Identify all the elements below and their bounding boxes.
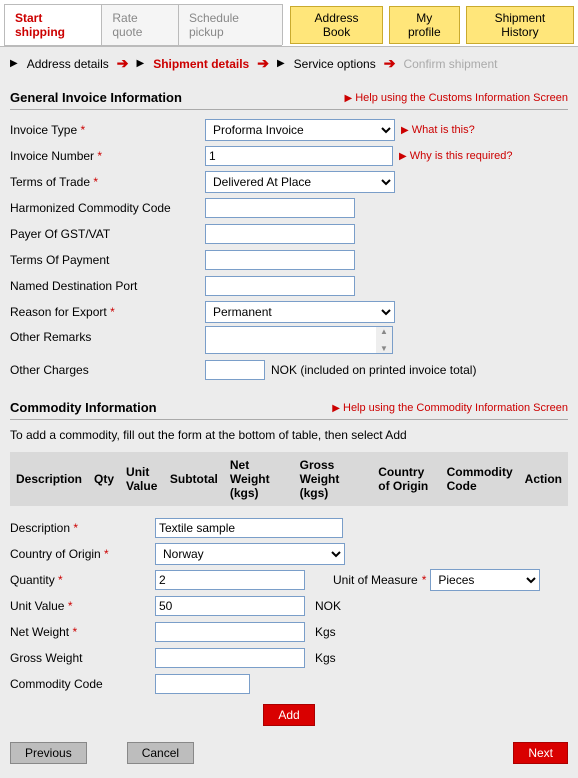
tab-schedule-pickup[interactable]: Schedule pickup	[178, 4, 283, 45]
commodity-code-input[interactable]	[155, 674, 250, 694]
address-book-button[interactable]: Address Book	[290, 6, 382, 44]
terms-of-trade-label: Terms of Trade	[10, 175, 90, 189]
add-button[interactable]: Add	[263, 704, 314, 726]
commodity-code-label: Commodity Code	[10, 677, 155, 691]
next-button[interactable]: Next	[513, 742, 568, 764]
gross-weight-label: Gross Weight	[10, 651, 155, 665]
quantity-input[interactable]	[155, 570, 305, 590]
other-remarks-input[interactable]: ▲▼	[205, 326, 393, 354]
invoice-number-input[interactable]	[205, 146, 393, 166]
shipment-history-button[interactable]: Shipment History	[466, 6, 574, 44]
terms-of-payment-label: Terms Of Payment	[10, 253, 205, 267]
gross-weight-input[interactable]	[155, 648, 305, 668]
wizard-steps: ▶ Address details ➔ ▶ Shipment details ➔…	[10, 55, 568, 72]
description-label: Description	[10, 521, 70, 535]
other-charges-input[interactable]	[205, 360, 265, 380]
why-required-label: Why is this required?	[410, 150, 513, 162]
payer-label: Payer Of GST/VAT	[10, 227, 205, 241]
th-subtotal: Subtotal	[164, 452, 224, 506]
unit-of-measure-label: Unit of Measure	[333, 573, 418, 587]
th-description: Description	[10, 452, 88, 506]
destination-port-label: Named Destination Port	[10, 279, 205, 293]
chevron-right-icon: ▶	[136, 58, 145, 69]
unit-value-input[interactable]	[155, 596, 305, 616]
th-code: Commodity Code	[441, 452, 519, 506]
payer-input[interactable]	[205, 224, 355, 244]
other-charges-suffix: NOK (included on printed invoice total)	[271, 363, 476, 377]
terms-of-payment-input[interactable]	[205, 250, 355, 270]
wizard-step-confirm: Confirm shipment	[403, 57, 497, 71]
arrow-right-icon: ➔	[117, 55, 129, 72]
th-qty: Qty	[88, 452, 120, 506]
th-country: Country of Origin	[372, 452, 440, 506]
wizard-step-service[interactable]: Service options	[294, 57, 376, 71]
unit-of-measure-select[interactable]: Pieces	[430, 569, 540, 591]
why-required-link[interactable]: ▶ Why is this required?	[399, 150, 512, 162]
th-unit-value: Unit Value	[120, 452, 164, 506]
destination-port-input[interactable]	[205, 276, 355, 296]
commodity-table: Description Qty Unit Value Subtotal Net …	[10, 452, 568, 506]
invoice-type-select[interactable]: Proforma Invoice	[205, 119, 395, 141]
unit-value-suffix: NOK	[315, 599, 341, 613]
arrow-right-icon: ➔	[384, 55, 396, 72]
unit-value-label: Unit Value	[10, 599, 64, 613]
net-weight-label: Net Weight	[10, 625, 69, 639]
wizard-step-shipment[interactable]: Shipment details	[153, 57, 249, 71]
commodity-instruction: To add a commodity, fill out the form at…	[10, 428, 568, 442]
other-remarks-label: Other Remarks	[10, 326, 205, 344]
th-gross-weight: Gross Weight (kgs)	[294, 452, 373, 506]
my-profile-button[interactable]: My profile	[389, 6, 460, 44]
help-customs-label: Help using the Customs Information Scree…	[355, 92, 568, 104]
other-charges-label: Other Charges	[10, 363, 205, 377]
what-is-this-link[interactable]: ▶ What is this?	[401, 124, 475, 136]
help-commodity-link[interactable]: ▶ Help using the Commodity Information S…	[332, 402, 568, 414]
reason-for-export-select[interactable]: Permanent	[205, 301, 395, 323]
tab-rate-quote[interactable]: Rate quote	[101, 4, 179, 45]
country-of-origin-label: Country of Origin	[10, 547, 101, 561]
chevron-right-icon: ▶	[10, 58, 19, 69]
scroll-down-icon[interactable]: ▼	[380, 344, 388, 353]
chevron-right-icon: ▶	[277, 58, 286, 69]
gross-weight-suffix: Kgs	[315, 651, 336, 665]
help-commodity-label: Help using the Commodity Information Scr…	[343, 402, 568, 414]
quantity-label: Quantity	[10, 573, 55, 587]
general-section-title: General Invoice Information	[10, 90, 182, 105]
invoice-type-label: Invoice Type	[10, 123, 77, 137]
th-net-weight: Net Weight (kgs)	[224, 452, 294, 506]
help-customs-link[interactable]: ▶ Help using the Customs Information Scr…	[344, 92, 568, 104]
reason-for-export-label: Reason for Export	[10, 305, 107, 319]
previous-button[interactable]: Previous	[10, 742, 87, 764]
th-action: Action	[519, 452, 568, 506]
terms-of-trade-select[interactable]: Delivered At Place	[205, 171, 395, 193]
wizard-step-address[interactable]: Address details	[27, 57, 109, 71]
scroll-up-icon[interactable]: ▲	[380, 327, 388, 336]
description-input[interactable]	[155, 518, 343, 538]
arrow-right-icon: ➔	[257, 55, 269, 72]
tab-start-shipping[interactable]: Start shipping	[4, 4, 102, 45]
commodity-section-title: Commodity Information	[10, 400, 157, 415]
invoice-number-label: Invoice Number	[10, 149, 94, 163]
country-of-origin-select[interactable]: Norway	[155, 543, 345, 565]
hcc-input[interactable]	[205, 198, 355, 218]
net-weight-input[interactable]	[155, 622, 305, 642]
cancel-button[interactable]: Cancel	[127, 742, 194, 764]
hcc-label: Harmonized Commodity Code	[10, 201, 205, 215]
what-is-this-label: What is this?	[412, 124, 475, 136]
net-weight-suffix: Kgs	[315, 625, 336, 639]
